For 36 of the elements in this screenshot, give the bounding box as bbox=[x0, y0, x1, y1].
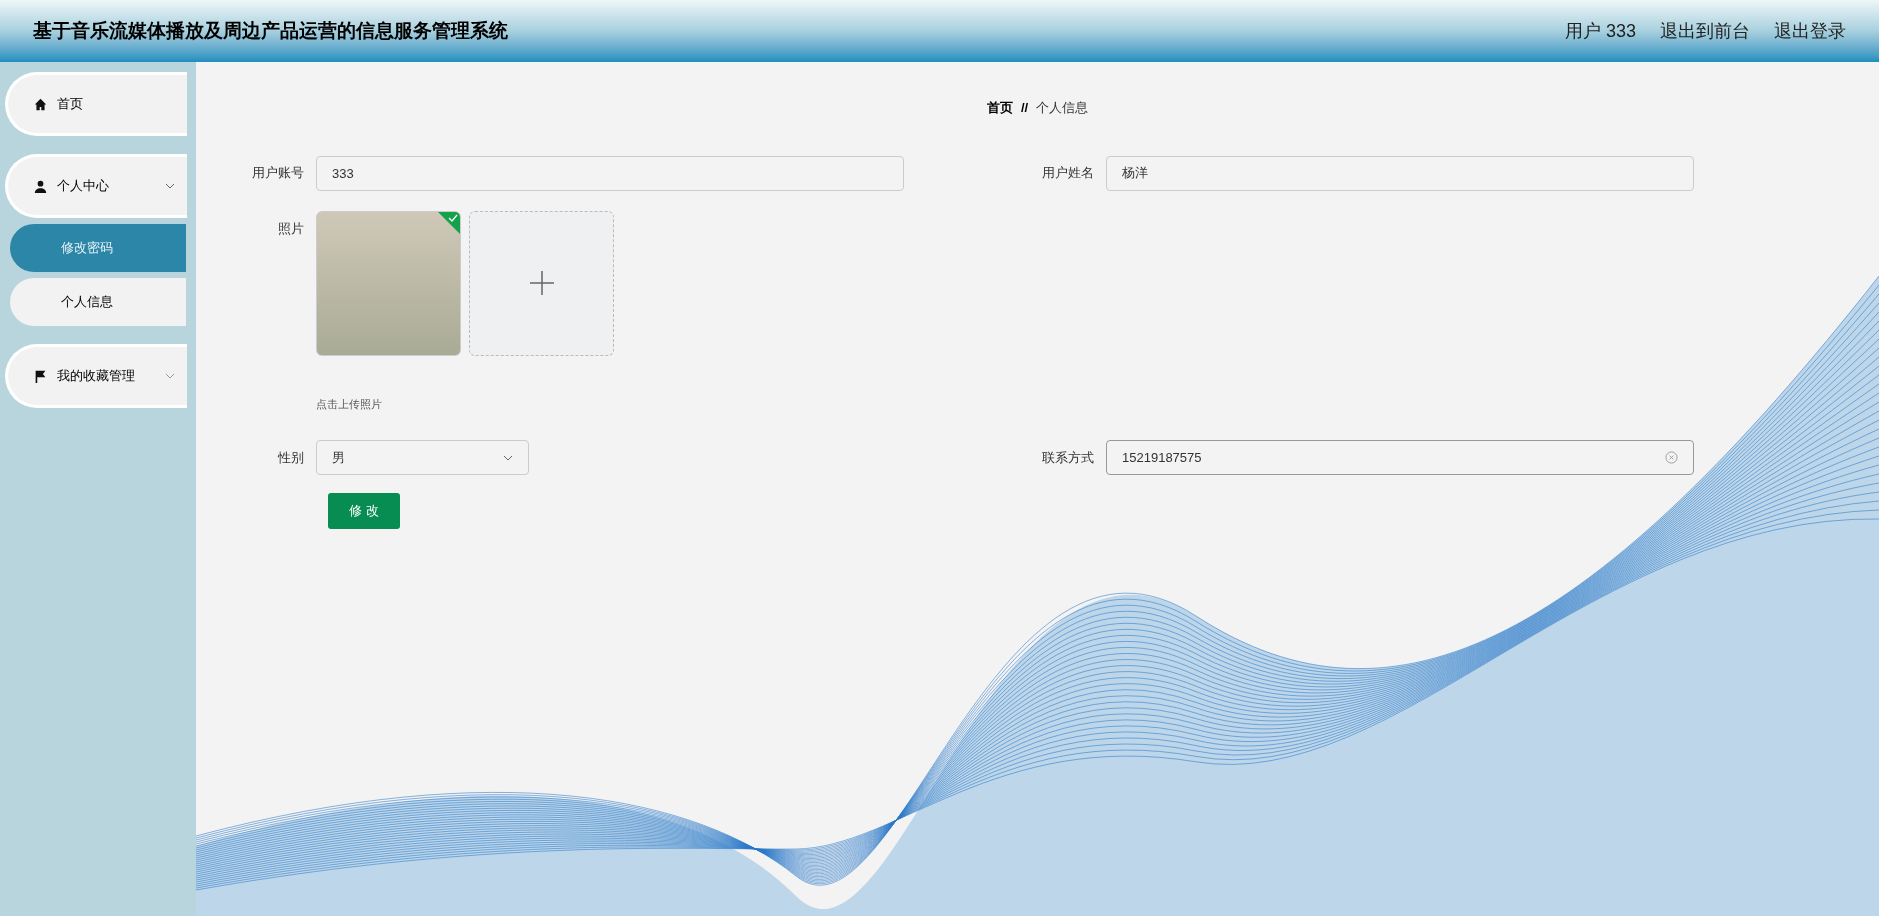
sidebar-item[interactable]: 个人中心 bbox=[5, 154, 187, 218]
header-link[interactable]: 退出登录 bbox=[1774, 17, 1846, 45]
submenu-item[interactable]: 修改密码 bbox=[10, 224, 186, 272]
phone-field[interactable]: 15219187575 bbox=[1106, 440, 1694, 475]
submenu-item[interactable]: 个人信息 bbox=[10, 278, 186, 326]
field-label: 用户账号 bbox=[251, 164, 305, 183]
breadcrumb-current: 个人信息 bbox=[1036, 99, 1089, 117]
field-label: 联系方式 bbox=[1041, 448, 1095, 467]
user-label: 用户 333 bbox=[1564, 19, 1636, 43]
sidebar-item[interactable]: 首页 bbox=[5, 72, 187, 136]
photo-placeholder[interactable] bbox=[316, 210, 461, 356]
upload-hint: 点击上传照片 bbox=[316, 396, 383, 412]
header-link[interactable]: 退出到前台 bbox=[1660, 17, 1750, 45]
field-label: 用户姓名 bbox=[1041, 164, 1095, 183]
breadcrumb-separator: // bbox=[1020, 99, 1029, 117]
field-label: 照片 bbox=[277, 219, 305, 238]
flag-icon bbox=[34, 369, 47, 383]
user-icon bbox=[34, 179, 47, 193]
text-field[interactable]: 杨洋 bbox=[1106, 155, 1694, 191]
sidebar-label: 个人中心 bbox=[57, 177, 110, 196]
chevron-down-icon bbox=[165, 183, 175, 189]
chevron-down-icon bbox=[165, 373, 175, 379]
system-title: 基于音乐流媒体播放及周边产品运营的信息服务管理系统 bbox=[33, 18, 508, 43]
home-icon bbox=[34, 97, 47, 111]
clear-icon[interactable] bbox=[1665, 451, 1678, 464]
upload-button[interactable] bbox=[469, 210, 614, 356]
check-badge-icon bbox=[438, 211, 460, 234]
sidebar-label: 我的收藏管理 bbox=[57, 367, 136, 386]
gender-select[interactable]: 男 bbox=[316, 440, 529, 475]
field-label: 性别 bbox=[277, 448, 305, 467]
sidebar-item[interactable]: 我的收藏管理 bbox=[5, 344, 187, 408]
sidebar-label: 首页 bbox=[57, 95, 84, 114]
text-field[interactable]: 333 bbox=[316, 155, 904, 191]
plus-icon bbox=[529, 271, 554, 295]
submit-button[interactable]: 修 改 bbox=[328, 493, 400, 529]
breadcrumb-link[interactable]: 首页 bbox=[986, 98, 1013, 118]
